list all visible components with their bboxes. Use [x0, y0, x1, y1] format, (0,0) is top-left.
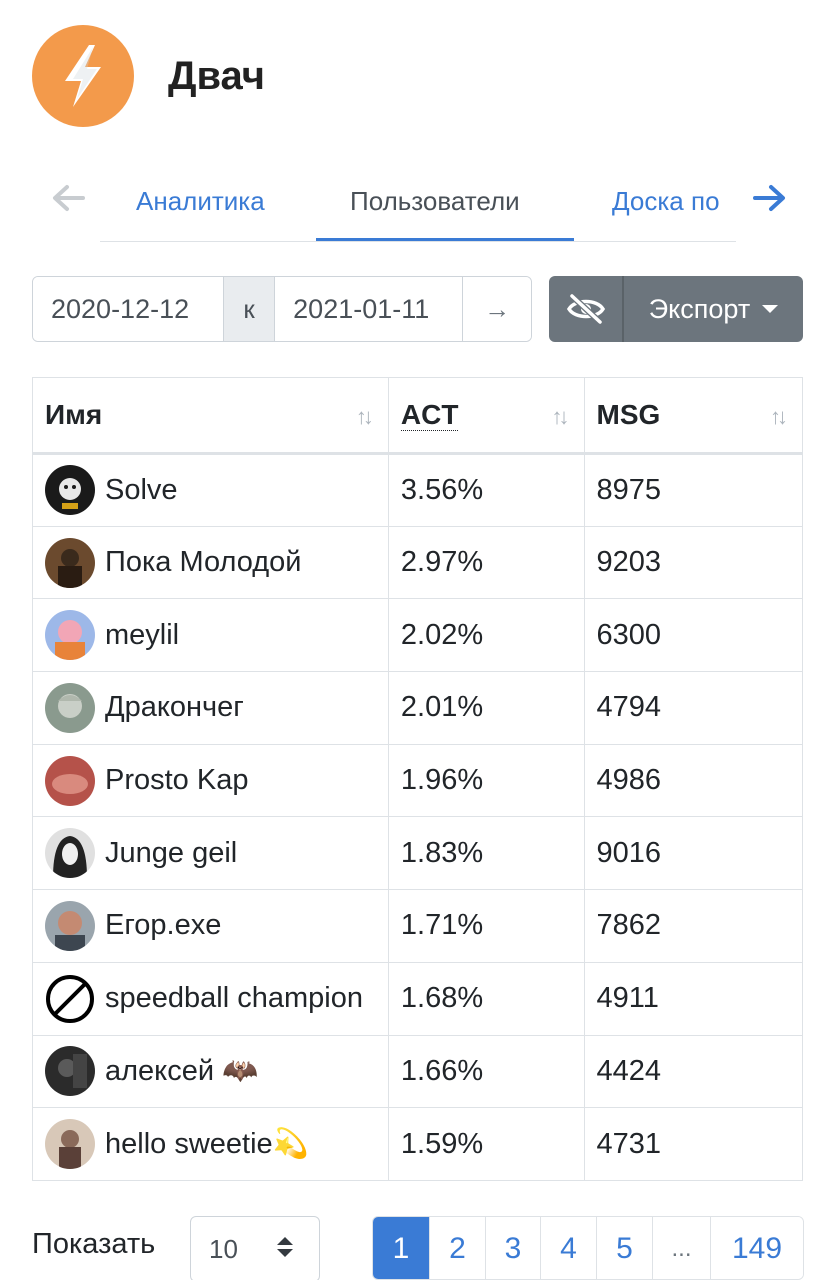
header-msg-label: MSG: [596, 399, 661, 430]
tab-users[interactable]: Пользователи: [350, 186, 520, 217]
date-range-filter: к →: [32, 276, 532, 342]
header-act[interactable]: ACT ↑↓: [387, 377, 585, 455]
act-value: 1.66%: [387, 1034, 585, 1109]
sort-icon: ↑↓: [770, 404, 788, 429]
act-value: 1.71%: [387, 889, 585, 963]
table-row[interactable]: алексей 🦇 1.66% 4424: [32, 1034, 804, 1109]
page-title: Двач: [168, 53, 266, 98]
page-1[interactable]: 1: [373, 1217, 429, 1279]
msg-value: 8975: [583, 453, 804, 527]
table-row[interactable]: Solve 3.56% 8975: [32, 453, 804, 527]
caret-down-icon: [762, 305, 779, 313]
select-arrows-icon: [277, 1237, 293, 1257]
table-row[interactable]: Junge geil 1.83% 9016: [32, 816, 804, 891]
table-row[interactable]: hello sweetie💫 1.59% 4731: [32, 1107, 804, 1181]
avatar: [45, 755, 95, 806]
page-4[interactable]: 4: [540, 1217, 596, 1279]
msg-value: 4794: [583, 671, 804, 745]
show-label: Показать: [32, 1228, 156, 1260]
date-separator: к: [223, 277, 275, 341]
sort-icon: ↑↓: [551, 404, 570, 429]
avatar: [45, 610, 95, 661]
header-msg[interactable]: MSG ↑↓: [583, 377, 804, 455]
page-ellipsis: ...: [652, 1217, 710, 1279]
eye-slash-icon: [566, 293, 605, 325]
user-name: Дракончег: [105, 691, 244, 724]
page-size-select[interactable]: 10: [190, 1216, 320, 1280]
tab-bar: Аналитика Пользователи Доска по: [0, 166, 835, 242]
user-name: алексей 🦇: [105, 1055, 259, 1088]
action-buttons: Экспорт: [549, 276, 803, 342]
prohibited-icon: [45, 974, 95, 1024]
header-name-label: Имя: [45, 399, 103, 430]
act-value: 1.68%: [387, 961, 585, 1036]
page-3[interactable]: 3: [485, 1217, 540, 1279]
msg-value: 4986: [583, 743, 804, 818]
act-value: 3.56%: [387, 453, 585, 527]
msg-value: 4424: [583, 1034, 804, 1109]
date-from-input[interactable]: [33, 277, 223, 341]
act-value: 1.59%: [387, 1107, 585, 1181]
apply-date-button[interactable]: →: [462, 277, 531, 341]
msg-value: 4731: [583, 1107, 804, 1181]
table-row[interactable]: meylil 2.02% 6300: [32, 598, 804, 673]
table-row[interactable]: Prosto Kap 1.96% 4986: [32, 743, 804, 818]
user-name: Prosto Kap: [105, 764, 249, 797]
arrow-left-icon[interactable]: [50, 180, 86, 216]
app-header: Двач: [32, 24, 265, 128]
avatar: [45, 1119, 95, 1170]
user-name: Solve: [105, 473, 178, 506]
avatar: [45, 900, 95, 951]
arrow-right-icon[interactable]: [752, 180, 788, 216]
act-value: 1.96%: [387, 743, 585, 818]
msg-value: 9203: [583, 525, 804, 600]
user-name: Пока Молодой: [105, 546, 302, 579]
msg-value: 6300: [583, 598, 804, 673]
avatar: [45, 682, 95, 733]
date-to-input[interactable]: [274, 277, 463, 341]
msg-value: 4911: [583, 961, 804, 1036]
act-value: 2.97%: [387, 525, 585, 600]
avatar: [45, 1046, 95, 1097]
pagination: 1 2 3 4 5 ... 149: [372, 1216, 804, 1280]
act-value: 2.02%: [387, 598, 585, 673]
table-row[interactable]: Дракончег 2.01% 4794: [32, 671, 804, 745]
table-header-row: Имя ↑↓ ACT ↑↓ MSG ↑↓: [32, 377, 804, 455]
lightning-logo-icon: [32, 25, 134, 127]
user-name: speedball champion: [105, 982, 363, 1015]
avatar: [45, 828, 95, 879]
avatar: [45, 465, 95, 516]
msg-value: 7862: [583, 889, 804, 963]
export-dropdown-button[interactable]: Экспорт: [622, 276, 803, 342]
page-size-value: 10: [209, 1233, 238, 1264]
tabs: Аналитика Пользователи Доска по: [100, 166, 736, 242]
act-value: 1.83%: [387, 816, 585, 891]
avatar: [45, 537, 95, 588]
tab-board[interactable]: Доска по: [612, 186, 720, 217]
active-tab-indicator: [316, 238, 574, 241]
export-label: Экспорт: [648, 293, 751, 324]
header-act-label: ACT: [400, 399, 459, 431]
tab-analytics[interactable]: Аналитика: [136, 186, 265, 217]
table-row[interactable]: Пока Молодой 2.97% 9203: [32, 525, 804, 600]
page-last[interactable]: 149: [710, 1217, 803, 1279]
page-5[interactable]: 5: [596, 1217, 652, 1279]
user-name: Junge geil: [105, 836, 238, 869]
user-name: Егор.exe: [105, 909, 222, 942]
table-row[interactable]: speedball champion 1.68% 4911: [32, 961, 804, 1036]
act-value: 2.01%: [387, 671, 585, 745]
msg-value: 9016: [583, 816, 804, 891]
user-name: hello sweetie💫: [105, 1128, 309, 1161]
sort-icon: ↑↓: [355, 404, 374, 429]
header-name[interactable]: Имя ↑↓: [32, 377, 389, 455]
hide-toggle-button[interactable]: [549, 276, 622, 342]
users-table: Имя ↑↓ ACT ↑↓ MSG ↑↓ Solve 3.56% 8975 По…: [32, 377, 804, 1181]
page-2[interactable]: 2: [429, 1217, 485, 1279]
user-name: meylil: [105, 618, 180, 651]
table-row[interactable]: Егор.exe 1.71% 7862: [32, 889, 804, 963]
